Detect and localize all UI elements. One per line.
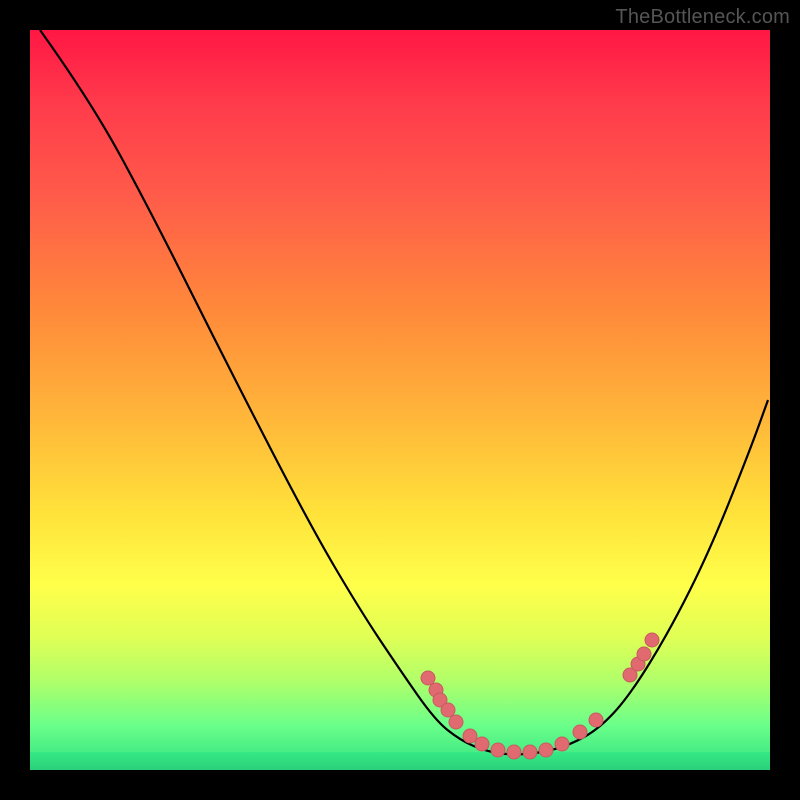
data-dot (637, 647, 651, 661)
data-dot (463, 729, 477, 743)
chart-frame: TheBottleneck.com (0, 0, 800, 800)
chart-svg (30, 30, 770, 770)
data-dot (555, 737, 569, 751)
data-dot (441, 703, 455, 717)
data-dot (573, 725, 587, 739)
data-dots (421, 633, 659, 759)
data-dot (523, 745, 537, 759)
data-dot (475, 737, 489, 751)
data-dot (507, 745, 521, 759)
data-dot (645, 633, 659, 647)
plot-area (30, 30, 770, 770)
data-dot (539, 743, 553, 757)
data-dot (491, 743, 505, 757)
data-dot (449, 715, 463, 729)
data-dot (421, 671, 435, 685)
bottleneck-curve (40, 30, 768, 754)
watermark-text: TheBottleneck.com (615, 6, 790, 29)
data-dot (589, 713, 603, 727)
